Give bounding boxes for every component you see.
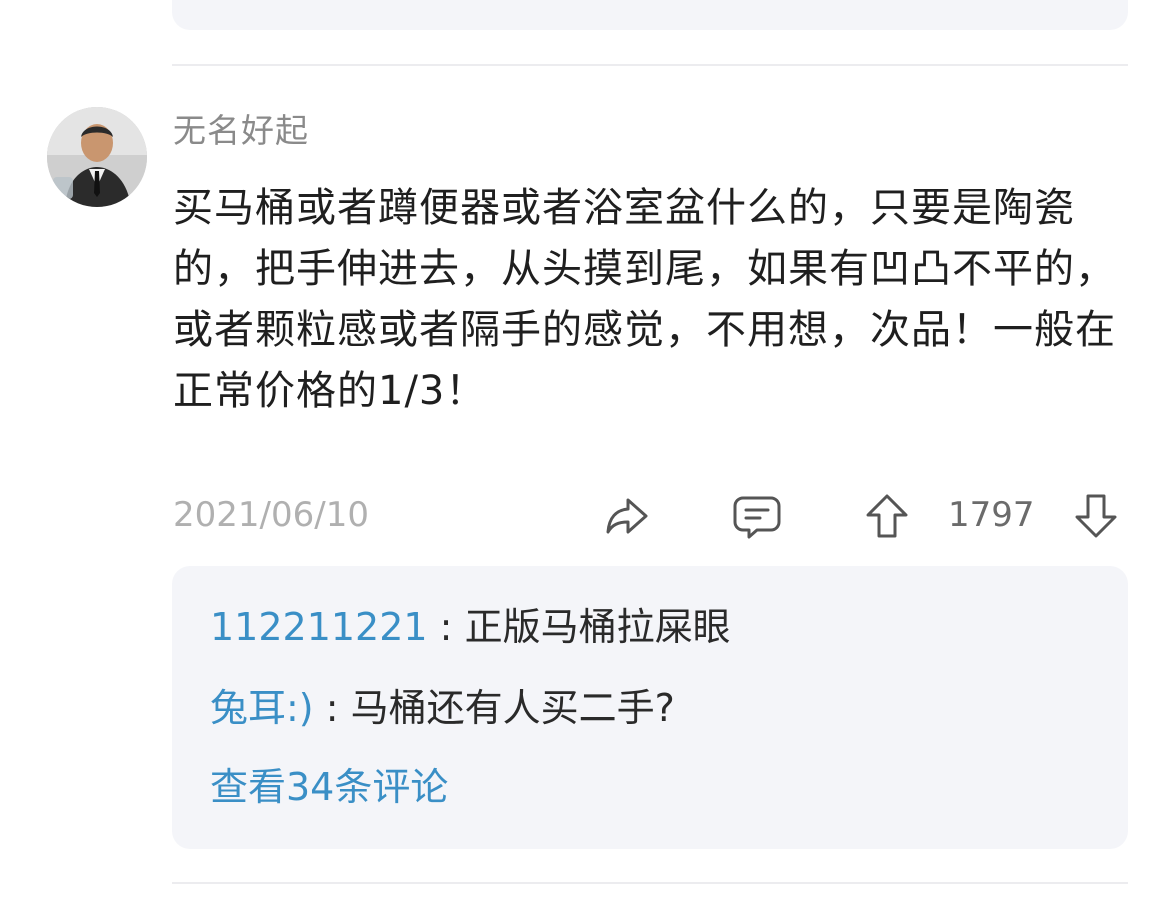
view-all-comments-link[interactable]: 查看34条评论: [210, 761, 448, 813]
arrow-down-icon[interactable]: [1073, 492, 1119, 540]
comment-icon[interactable]: [733, 494, 781, 540]
reply-separator: :: [427, 605, 465, 649]
reply-separator: :: [313, 686, 351, 730]
reply-text: 马桶还有人买二手?: [350, 686, 675, 730]
author-name[interactable]: 无名好起: [173, 108, 309, 154]
comment-date: 2021/06/10: [173, 495, 369, 535]
reply-item: 112211221 : 正版马桶拉屎眼: [210, 601, 731, 653]
previous-comment-card: [172, 0, 1128, 30]
replies-box: 112211221 : 正版马桶拉屎眼 兔耳:) : 马桶还有人买二手? 查看3…: [172, 566, 1128, 849]
vote-count: 1797: [948, 495, 1035, 535]
comment-body: 买马桶或者蹲便器或者浴室盆什么的，只要是陶瓷的，把手伸进去，从头摸到尾，如果有凹…: [173, 185, 1116, 414]
reply-username[interactable]: 兔耳:): [210, 686, 314, 730]
share-icon[interactable]: [604, 494, 650, 538]
divider: [172, 882, 1128, 884]
avatar[interactable]: [47, 107, 147, 207]
reply-item: 兔耳:) : 马桶还有人买二手?: [210, 682, 675, 734]
divider: [172, 64, 1128, 66]
arrow-up-icon[interactable]: [864, 492, 910, 540]
avatar-image: [47, 107, 147, 207]
reply-text: 正版马桶拉屎眼: [464, 605, 731, 649]
reply-username[interactable]: 112211221: [210, 605, 428, 649]
